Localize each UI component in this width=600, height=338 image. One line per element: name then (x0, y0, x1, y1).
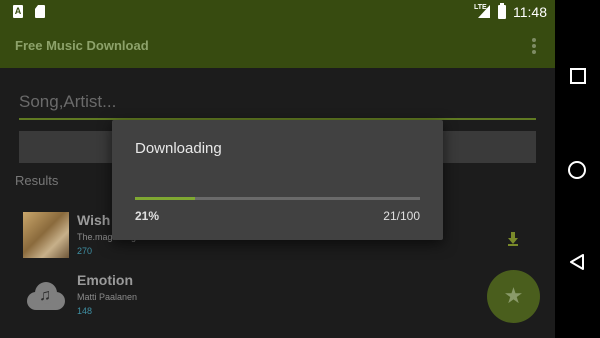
search-field (19, 86, 536, 120)
home-circle-icon[interactable] (568, 161, 586, 179)
song-artist: Matti Paalanen (77, 292, 138, 302)
app-bar: Free Music Download (0, 24, 555, 68)
battery-icon (498, 3, 506, 19)
app-title: Free Music Download (15, 38, 149, 53)
a-notification-icon: A (13, 5, 23, 18)
navigation-bar (555, 0, 600, 338)
album-art (23, 212, 69, 258)
progress-bar-fill (135, 197, 195, 200)
song-count: 148 (77, 306, 93, 316)
song-title: Wish (77, 212, 111, 228)
dialog-title: Downloading (135, 140, 222, 157)
music-cloud-icon: ♫ (23, 272, 69, 318)
list-item[interactable]: ♫ Emotion Matti Paalanen 148 (0, 268, 555, 324)
favorites-fab-button[interactable]: ★ (487, 270, 540, 323)
download-progress-dialog: Downloading 21% 21/100 (112, 120, 443, 240)
overflow-menu-icon[interactable] (527, 36, 541, 56)
song-title: Emotion (77, 272, 133, 288)
status-bar: A LTE 11:48 (0, 0, 555, 24)
clock: 11:48 (513, 4, 547, 20)
app-screen: A LTE 11:48 Free Music Download Results … (0, 0, 555, 338)
progress-count: 21/100 (383, 209, 420, 223)
progress-bar (135, 197, 420, 200)
progress-percent: 21% (135, 209, 160, 223)
song-count: 270 (77, 246, 93, 256)
recents-square-icon[interactable] (570, 68, 586, 84)
search-input[interactable] (19, 92, 519, 112)
star-icon: ★ (503, 283, 524, 308)
back-triangle-icon[interactable] (569, 254, 585, 270)
lte-label: LTE (474, 4, 487, 11)
download-icon[interactable] (508, 232, 518, 246)
results-label: Results (15, 173, 59, 188)
sd-card-icon (35, 5, 45, 18)
